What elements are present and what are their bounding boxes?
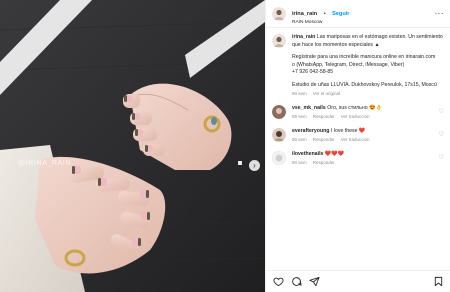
header-username[interactable]: irina_rain xyxy=(292,11,317,17)
comment: everafteryoung I love these ❤️ 90 sem Re… xyxy=(272,127,444,144)
chevron-right-icon: › xyxy=(253,160,256,170)
carousel-marker xyxy=(238,161,242,165)
reply-button[interactable]: Responder xyxy=(313,137,335,144)
avatar[interactable] xyxy=(272,6,286,21)
comment-text: I love these ❤️ xyxy=(330,127,366,134)
comment-time: 90 sem xyxy=(292,160,307,166)
comment: vse_mk_nails Oro, sus стильно 😍👌 59 sem … xyxy=(272,104,444,121)
follow-button[interactable]: Seguir xyxy=(332,11,349,17)
photo-watermark: @IRINA_RAIN xyxy=(18,160,71,167)
paper-plane-icon xyxy=(308,276,320,287)
separator-dot: • xyxy=(323,10,326,17)
heart-icon: ♡ xyxy=(438,108,444,115)
more-options-button[interactable]: ··· xyxy=(435,9,445,18)
share-button[interactable] xyxy=(308,276,320,288)
heart-icon: ♡ xyxy=(438,154,444,161)
avatar[interactable] xyxy=(272,150,286,165)
see-translation-link[interactable]: Ver traducción xyxy=(341,114,370,121)
caption-username[interactable]: irina_rain xyxy=(292,34,315,40)
comment-icon xyxy=(291,277,302,286)
like-button[interactable] xyxy=(272,276,284,288)
caption-text-5: +7 926 042-58-85 xyxy=(292,69,334,76)
caption-text-4: o (WhatsApp, Telegram, Direct, iMessage,… xyxy=(292,61,405,68)
save-button[interactable] xyxy=(432,276,444,288)
comment-username[interactable]: vse_mk_nails xyxy=(292,105,326,111)
comment-username[interactable]: ilovethenails xyxy=(292,151,323,157)
post-caption: irina_rain Las mariposas en el estómago … xyxy=(272,34,444,98)
caption-text-2: que hace los momentos especiales ▲ xyxy=(292,41,380,48)
like-comment-button[interactable]: ♡ xyxy=(439,108,444,115)
nail-photo-image xyxy=(0,0,265,292)
heart-icon xyxy=(272,277,284,287)
caption-text-6: Estudio de uñas LLUVIA. Dukhovskoy Pereu… xyxy=(292,81,437,88)
avatar[interactable] xyxy=(272,104,286,119)
reply-button[interactable]: Responder xyxy=(313,160,335,167)
like-comment-button[interactable]: ♡ xyxy=(439,154,444,161)
comment-time: 59 sem xyxy=(292,114,307,120)
comment-button[interactable] xyxy=(290,276,302,288)
post-details-panel: irina_rain • Seguir RAIN Moscow ··· irin… xyxy=(265,0,450,292)
avatar[interactable] xyxy=(272,127,286,142)
post-header: irina_rain • Seguir RAIN Moscow ··· xyxy=(266,0,450,28)
comment-text: Oro, sus стильно 😍👌 xyxy=(327,104,382,111)
bookmark-icon xyxy=(434,276,442,287)
caption-text-3: Regístrate para una increíble manicura o… xyxy=(292,54,436,61)
heart-icon: ♡ xyxy=(438,131,444,138)
avatar[interactable] xyxy=(272,34,286,48)
next-image-button[interactable]: › xyxy=(249,160,260,171)
caption-text-1: Las mariposas en el estómago existen. Un… xyxy=(316,34,443,40)
comment: ilovethenails ❤️❤️❤️ 90 sem Responder ♡ xyxy=(272,150,444,167)
like-comment-button[interactable]: ♡ xyxy=(439,131,444,138)
reply-button[interactable]: Responder xyxy=(313,114,335,121)
comment-text: ❤️❤️❤️ xyxy=(324,150,345,157)
more-horizontal-icon: ··· xyxy=(434,9,444,18)
caption-time: 90 sem xyxy=(292,91,307,97)
comment-username[interactable]: everafteryoung xyxy=(292,128,329,134)
location-link[interactable]: RAIN Moscow xyxy=(292,20,435,26)
post-actions-bar xyxy=(266,270,450,292)
instagram-post-dialog: @IRINA_RAIN › irina_rain • Seguir RAIN M… xyxy=(0,0,450,292)
see-original-link[interactable]: Ver el original xyxy=(313,91,340,98)
see-translation-link[interactable]: Ver traducción xyxy=(341,137,370,144)
comments-scroll[interactable]: irina_rain Las mariposas en el estómago … xyxy=(266,28,450,270)
comment-time: 90 sem xyxy=(292,137,307,143)
post-photo[interactable]: @IRINA_RAIN › xyxy=(0,0,265,292)
